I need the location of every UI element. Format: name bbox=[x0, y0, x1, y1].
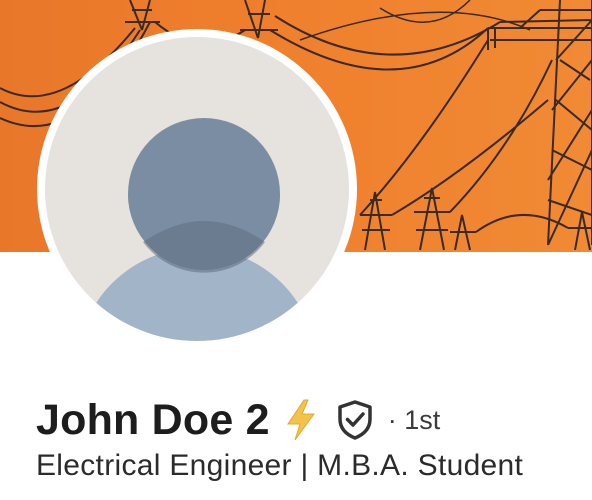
default-person-icon bbox=[80, 118, 314, 341]
profile-headline: Electrical Engineer | M.B.A. Student bbox=[36, 449, 524, 482]
verified-shield-icon[interactable] bbox=[336, 399, 374, 441]
profile-name: John Doe 2 bbox=[36, 395, 270, 444]
profile-name-row: John Doe 2 · 1st bbox=[36, 392, 440, 448]
lightning-bolt-icon[interactable] bbox=[284, 398, 318, 442]
profile-avatar-ring[interactable] bbox=[37, 29, 357, 349]
connection-degree: · 1st bbox=[387, 404, 441, 435]
avatar[interactable] bbox=[45, 37, 349, 341]
